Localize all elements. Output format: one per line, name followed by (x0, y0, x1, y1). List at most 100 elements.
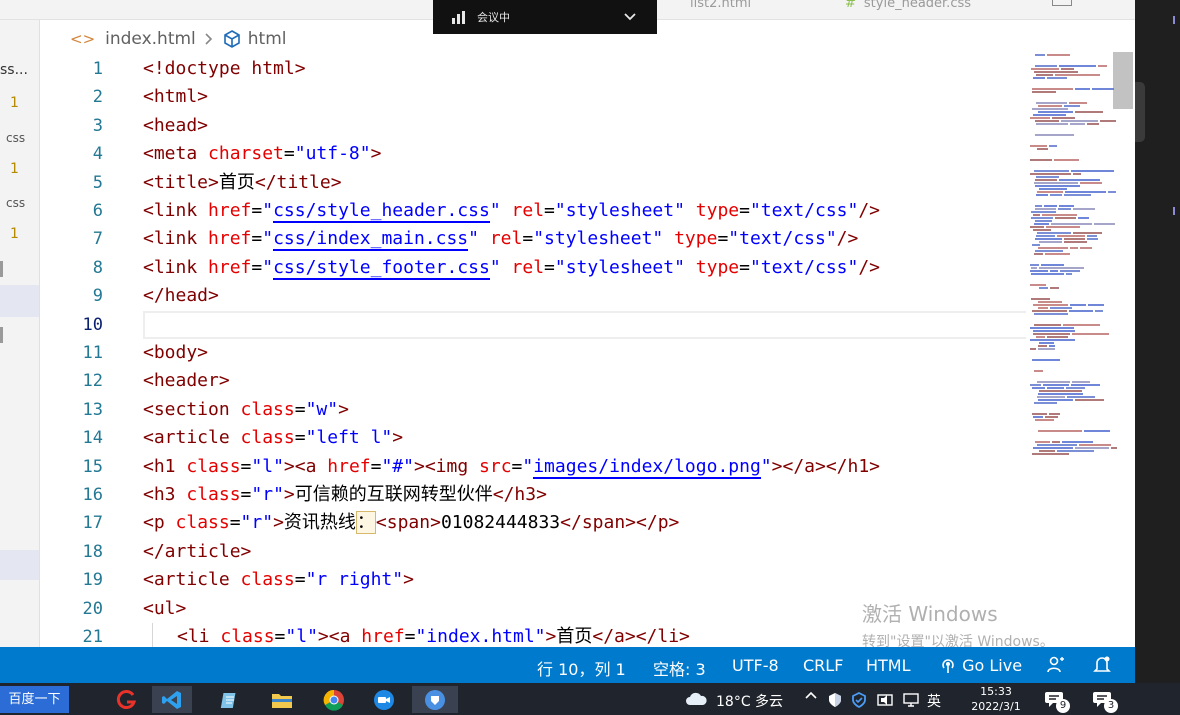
action-center-icon[interactable]: 3 (1092, 690, 1122, 713)
explorer-selected-row[interactable] (0, 285, 39, 317)
code-token[interactable]: images/index/logo.png (533, 455, 761, 479)
code-line[interactable]: 5 <title>首页</title> (41, 169, 1026, 197)
weather-text[interactable]: 18°C 多云 (716, 691, 783, 711)
line-endings[interactable]: CRLF (803, 656, 843, 675)
taskbar-app-red[interactable] (113, 686, 141, 713)
code-token[interactable]: css/index_main.css (273, 228, 469, 252)
code-token: > (283, 484, 295, 505)
secondary-window-edge (1135, 0, 1180, 647)
minimap-line (1038, 430, 1082, 432)
explorer-selected-row[interactable] (0, 550, 39, 580)
code-token[interactable]: css/style_header.css (273, 200, 490, 223)
line-code: <article class="r right"> (143, 566, 414, 594)
explorer-item-css[interactable]: css (6, 196, 39, 218)
minimap-line (1095, 310, 1103, 312)
minimap-line (1098, 65, 1107, 67)
code-line[interactable]: 2 <html> (41, 83, 1026, 111)
code-token: "r" (240, 512, 274, 534)
code-line[interactable]: 18 </article> (41, 538, 1026, 566)
code-token: "stylesheet" (533, 228, 664, 250)
minimap-line (1069, 102, 1087, 104)
code-line[interactable]: 19 <article class="r right"> (41, 566, 1026, 594)
minimap-line (1108, 191, 1116, 193)
ime-indicator[interactable]: 英 (927, 691, 941, 711)
minimap-line (1066, 273, 1072, 275)
taskbar-app-vscode[interactable] (152, 686, 192, 713)
minimap-line (1036, 123, 1068, 125)
code-line[interactable]: 13 <section class="w"> (41, 396, 1026, 424)
line-number: 21 (82, 627, 103, 647)
code-line[interactable]: 15 <h1 class="l"><a href="#"><img src="im… (41, 453, 1026, 481)
breadcrumb-file[interactable]: index.html (105, 29, 196, 49)
chevron-up-icon[interactable] (804, 689, 818, 707)
taskbar-app-meeting[interactable] (370, 686, 398, 713)
code-line[interactable]: 4 <meta charset="utf-8"> (41, 140, 1026, 168)
code-line[interactable]: 11 <body> (41, 339, 1026, 367)
code-line[interactable]: 12 <header> (41, 367, 1026, 395)
minimap-line (1064, 238, 1085, 240)
explorer-item-css[interactable]: css (6, 131, 39, 153)
code-line[interactable]: 17 <p class="r">资讯热线：<span>01082444833</s… (41, 509, 1026, 537)
system-clock[interactable]: 15:33 2022/3/1 (960, 684, 1032, 714)
css-file-icon: # (845, 0, 856, 11)
minimap[interactable] (1026, 52, 1121, 472)
explorer-item[interactable]: ss... (0, 62, 39, 84)
minimap-line (1039, 390, 1082, 392)
volume-icon[interactable] (877, 692, 895, 708)
scrollbar-thumb[interactable] (1113, 52, 1133, 109)
code-token: 首页 (218, 171, 255, 193)
code-line[interactable]: 6 <link href="css/style_header.css" rel="… (41, 197, 1026, 225)
encoding[interactable]: UTF-8 (732, 656, 779, 675)
minimap-line (1032, 387, 1045, 389)
code-token: <link (143, 200, 209, 221)
line-number: 3 (92, 115, 103, 136)
code-line[interactable]: 7 <link href="css/index_main.css" rel="st… (41, 225, 1026, 253)
chevron-down-icon[interactable] (623, 10, 637, 24)
minimap-line (1059, 65, 1096, 67)
chat-notification-icon[interactable]: 9 (1044, 690, 1074, 713)
code-line[interactable]: 8 <link href="css/style_footer.css" rel="… (41, 254, 1026, 282)
breadcrumb-symbol[interactable]: html (248, 29, 287, 49)
taskbar-app-shield[interactable] (412, 686, 458, 713)
taskbar-app-chrome[interactable] (320, 686, 348, 713)
notifications-bell-icon[interactable] (1092, 655, 1112, 675)
minimap-line (1047, 54, 1070, 56)
taskbar-app-explorer[interactable] (268, 686, 296, 713)
minimap-line (1034, 182, 1078, 184)
language-mode[interactable]: HTML (866, 656, 911, 675)
network-shield-icon[interactable] (827, 692, 843, 708)
minimap-line (1035, 205, 1042, 207)
code-line[interactable]: 10 (41, 310, 1026, 339)
minimap-line (1034, 313, 1068, 315)
cursor-position[interactable]: 行 10，列 1 (537, 656, 626, 680)
line-code: <link href="css/index_main.css" rel="sty… (143, 225, 858, 253)
baidu-search-button[interactable]: 百度一下 (0, 686, 69, 713)
code-editor[interactable]: 1 <!doctype html> 2 <html> 3 <head> 4 <meta cha… (41, 55, 1026, 647)
minimap-line (1032, 91, 1056, 93)
code-line[interactable]: 9 </head> (41, 282, 1026, 310)
minimap-line (1030, 264, 1039, 266)
split-editor-icon[interactable] (1052, 0, 1072, 6)
tab-style-header-css[interactable]: # style_header.css (845, 0, 971, 20)
feedback-person-icon[interactable] (1046, 655, 1066, 675)
tab-list2-html[interactable]: list2.html (690, 0, 751, 20)
code-line[interactable]: 3 <head> (41, 112, 1026, 140)
minimap-line (1049, 345, 1055, 347)
windows-taskbar: 百度一下 18°C 多云 英 15:33 2022/3/1 9 3 (0, 683, 1180, 715)
code-token[interactable]: css/style_footer.css (273, 256, 490, 280)
code-token: class (186, 484, 241, 505)
code-line[interactable]: 14 <article class="left l"> (41, 424, 1026, 452)
taskbar-app-notepad[interactable] (216, 686, 244, 713)
line-number: 15 (82, 456, 103, 477)
line-code: <article class="left l"> (143, 424, 403, 452)
defender-icon[interactable] (851, 692, 867, 708)
minimap-line (1087, 123, 1099, 125)
go-live-button[interactable]: Go Live (939, 656, 1022, 675)
indentation[interactable]: 空格: 3 (653, 656, 706, 680)
code-line[interactable]: 16 <h3 class="r">可信赖的互联网转型伙伴</h3> (41, 481, 1026, 509)
meeting-status-bar[interactable]: 会议中 (433, 0, 657, 34)
line-number: 5 (92, 172, 103, 193)
code-token: class (240, 569, 295, 591)
display-icon[interactable] (902, 692, 920, 708)
code-line[interactable]: 1 <!doctype html> (41, 55, 1026, 83)
